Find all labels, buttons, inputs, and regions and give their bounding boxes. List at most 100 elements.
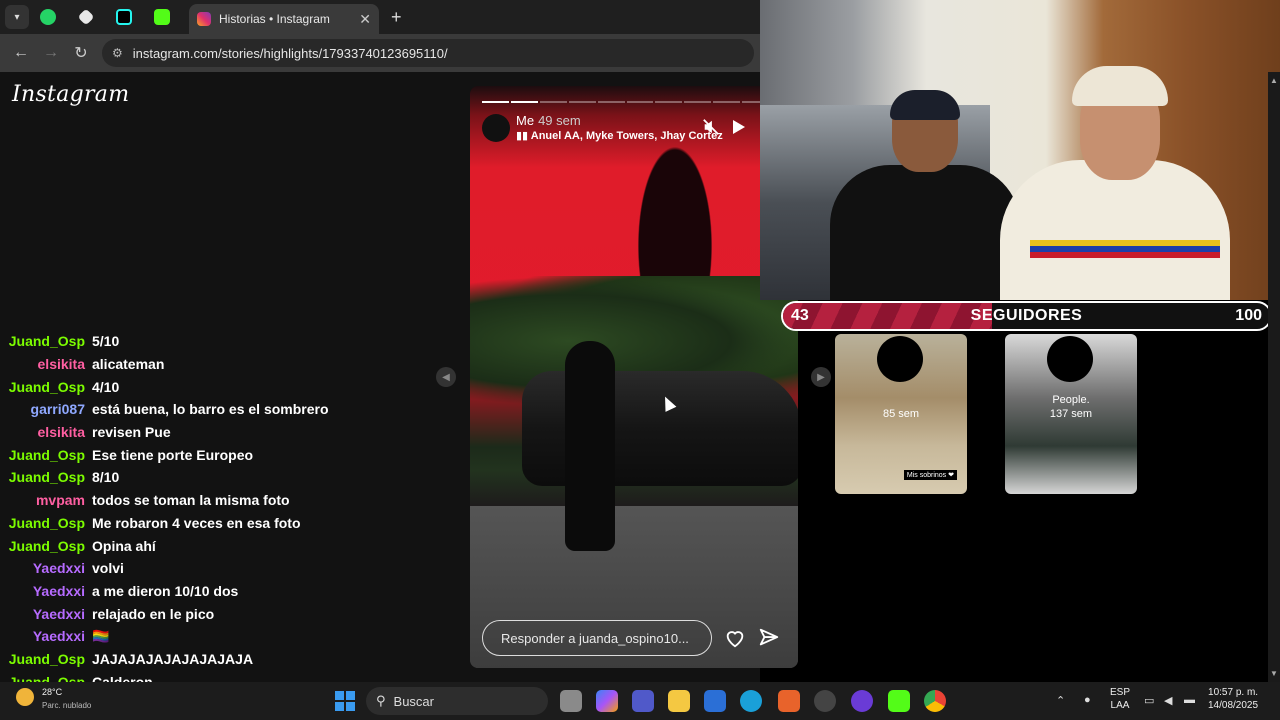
send-icon[interactable] [758,627,780,649]
back-button[interactable]: ← [6,38,36,68]
keyboard-layout: LAA [1110,700,1130,711]
tab-instagram[interactable]: Historias • Instagram ✕ [189,4,379,34]
muted-speaker-icon[interactable] [702,118,720,136]
highlight-thumbnail[interactable]: People. 137 sem [1005,334,1137,494]
taskbar-search[interactable]: ⚲ Buscar [366,687,548,715]
webcam-person-left [810,90,1020,300]
chat-message: Juand_Osp JAJAJAJAJAJAJAJAJA [0,648,460,671]
clock-time: 10:57 p. m. [1208,687,1259,698]
url-field[interactable]: ⚙ instagram.com/stories/highlights/17933… [102,39,754,67]
chat-message: garri087 está buena, lo barro es el sombr… [0,398,460,421]
follower-goal-target: 100 [1235,307,1262,324]
clock-date: 14/08/2025 [1208,700,1259,711]
network-icon[interactable]: ▭ [1144,694,1154,707]
battery-icon[interactable]: ▬ [1184,694,1195,706]
search-icon: ⚲ [376,693,386,708]
previous-story-button[interactable]: ◀ [436,367,456,387]
start-button[interactable] [335,691,355,711]
pinned-tab-kick-2[interactable] [143,0,181,34]
scroll-down-icon[interactable]: ▼ [1270,669,1278,678]
microphone-icon[interactable]: ● [1084,694,1091,706]
story-user: Me [516,113,535,128]
new-tab-button[interactable]: + [391,7,402,28]
play-icon[interactable] [732,119,746,135]
music-icon: ▮▮ [516,130,531,142]
copilot-icon[interactable] [596,690,618,712]
kick-icon[interactable] [888,690,910,712]
task-view-icon[interactable] [560,690,582,712]
app-icon[interactable] [851,690,873,712]
pinned-tab-whatsapp[interactable] [29,0,67,34]
progress-segment [568,101,596,103]
chat-message: Juand_Osp 8/10 [0,466,460,489]
chevron-up-icon[interactable]: ⌃ [1056,694,1065,707]
url-text: instagram.com/stories/highlights/1793374… [132,45,448,61]
story-author[interactable]: Me 49 sem [516,113,581,128]
progress-segment [626,101,654,103]
chat-username: Juand_Osp [8,469,85,486]
chat-username: Yaedxxi [32,560,85,577]
progress-segment [539,101,567,103]
store-icon[interactable] [704,690,726,712]
follower-goal-label: SEGUIDORES [970,307,1083,324]
chat-text: 4/10 [92,378,120,395]
reply-input[interactable]: Responder a juanda_ospino10... [482,620,712,656]
webcam-person-right [990,60,1250,300]
instagram-icon [197,12,211,26]
heart-icon[interactable] [724,627,746,649]
reload-button[interactable]: ↻ [66,38,96,68]
chat-text: Me robaron 4 veces en esa foto [92,514,301,531]
chat-message: Juand_Osp 5/10 [0,330,460,353]
file-explorer-icon[interactable] [668,690,690,712]
chat-username: Juand_Osp [8,537,85,554]
chat-text: volvi [92,560,124,577]
chat-text: Ese tiene porte Europeo [92,446,254,463]
chat-text: relajado en le pico [92,605,215,622]
story-music[interactable]: ▮▮ Anuel AA, Myke Towers, Jhay Cortez [516,129,723,142]
weather-icon[interactable] [16,688,34,706]
edge-icon[interactable] [740,690,762,712]
avatar[interactable] [482,114,510,142]
scroll-up-icon[interactable]: ▲ [1270,76,1278,85]
app-icon[interactable] [814,690,836,712]
weather-description: Parc. nublado [42,701,92,710]
chat-username: Yaedxxi [32,605,85,622]
chat-message: Juand_Osp Opina ahí [0,534,460,557]
progress-segment [482,101,509,103]
chrome-icon[interactable] [924,690,946,712]
pinned-tab-tiktok[interactable] [105,0,143,34]
language-indicator[interactable]: ESP LAA [1110,686,1130,712]
pinned-tab-kick[interactable] [67,0,105,34]
story-car [522,371,798,486]
avatar [1047,336,1093,382]
highlight-thumbnail[interactable]: 85 sem Mis sobrinos ❤ [835,334,967,494]
forward-button[interactable]: → [36,38,66,68]
teams-icon[interactable] [632,690,654,712]
avatar [877,336,923,382]
close-icon[interactable]: ✕ [359,11,371,28]
instagram-logo[interactable]: Instagram [12,82,129,107]
next-story-button[interactable]: ▶ [811,367,831,387]
tab-search-button[interactable]: ▾ [5,5,29,29]
story-person [565,341,615,551]
stream-chat: Juand_Osp 5/10 elsikita alicateman Juand_Osp… [0,330,460,716]
progress-segment [655,101,683,103]
chat-text: 8/10 [92,469,120,486]
page-scrollbar[interactable]: ▲ ▼ [1268,72,1280,682]
chat-text: alicateman [92,356,165,373]
story-age: 49 sem [538,113,581,128]
chat-username: Juand_Osp [8,514,85,531]
volume-icon[interactable]: ◀ [1164,694,1172,707]
chat-username: elsikita [37,356,85,373]
clock[interactable]: 10:57 p. m. 14/08/2025 [1208,686,1258,712]
app-icon[interactable] [778,690,800,712]
language-code: ESP [1110,687,1131,698]
chat-text: está buena, lo barro es el sombrero [92,401,329,418]
screen: ▾ Historias • Instagram ✕ + ← → ↻ ⚙ inst… [0,0,1280,720]
site-info-icon[interactable]: ⚙ [112,46,123,60]
chat-message: Juand_Osp Ese tiene porte Europeo [0,443,460,466]
progress-segment [597,101,625,103]
chat-username: Yaedxxi [32,628,85,645]
chat-text: JAJAJAJAJAJAJAJAJA [92,650,254,667]
webcam-feed [760,0,1280,300]
